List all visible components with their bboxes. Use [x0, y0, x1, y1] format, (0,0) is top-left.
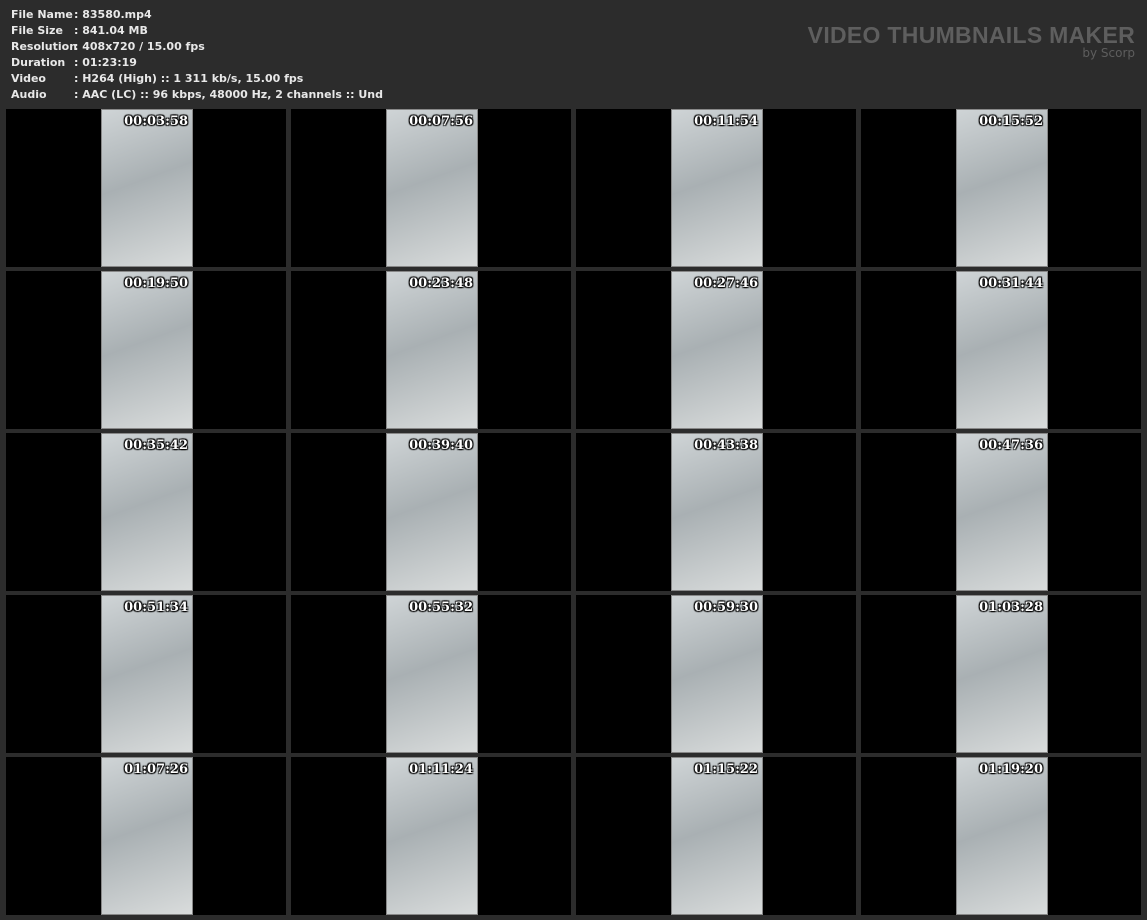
timestamp: 00:55:32	[409, 600, 473, 615]
thumbnail-image[interactable]: 00:07:56	[386, 109, 478, 267]
thumbnail-cell[interactable]: 00:59:30	[576, 595, 856, 753]
info-label: Audio	[11, 88, 47, 101]
timestamp: 01:11:24	[409, 762, 473, 777]
info-row: File Size : 841.04 MB	[11, 23, 383, 39]
timestamp: 00:23:48	[409, 276, 473, 291]
thumbnail-image[interactable]: 00:19:50	[101, 271, 193, 429]
info-value: : 83580.mp4	[74, 8, 152, 21]
thumbnail-cell[interactable]: 00:15:52	[861, 109, 1141, 267]
thumbnail-image[interactable]: 00:23:48	[386, 271, 478, 429]
info-row: Duration : 01:23:19	[11, 55, 383, 71]
info-label: Duration	[11, 56, 66, 69]
thumbnail-cell[interactable]: 00:23:48	[291, 271, 571, 429]
thumbnail-image[interactable]: 00:27:46	[671, 271, 763, 429]
timestamp: 01:03:28	[979, 600, 1043, 615]
thumbnail-cell[interactable]: 00:27:46	[576, 271, 856, 429]
info-row: Resolution: 408x720 / 15.00 fps	[11, 39, 383, 55]
thumbnail-image[interactable]: 00:47:36	[956, 433, 1048, 591]
info-value: : H264 (High) :: 1 311 kb/s, 15.00 fps	[74, 72, 304, 85]
thumbnail-image[interactable]: 00:51:34	[101, 595, 193, 753]
info-value: : 01:23:19	[74, 56, 137, 69]
thumbnail-cell[interactable]: 01:19:20	[861, 757, 1141, 915]
timestamp: 00:03:58	[124, 114, 188, 129]
info-label: File Size	[11, 24, 63, 37]
info-value: : AAC (LC) :: 96 kbps, 48000 Hz, 2 chann…	[74, 88, 384, 101]
info-row: Video : H264 (High) :: 1 311 kb/s, 15.00 …	[11, 71, 383, 87]
thumbnail-cell[interactable]: 00:43:38	[576, 433, 856, 591]
thumbnail-image[interactable]: 00:39:40	[386, 433, 478, 591]
timestamp: 00:39:40	[409, 438, 473, 453]
timestamp: 00:11:54	[694, 114, 758, 129]
thumbnail-cell[interactable]: 00:47:36	[861, 433, 1141, 591]
timestamp: 00:07:56	[409, 114, 473, 129]
thumbnail-image[interactable]: 01:11:24	[386, 757, 478, 915]
thumbnail-image[interactable]: 01:03:28	[956, 595, 1048, 753]
info-value: : 408x720 / 15.00 fps	[74, 40, 205, 53]
thumbnail-image[interactable]: 00:59:30	[671, 595, 763, 753]
thumbnail-cell[interactable]: 01:11:24	[291, 757, 571, 915]
info-label: Resolution	[11, 40, 78, 53]
thumbnail-cell[interactable]: 00:35:42	[6, 433, 286, 591]
thumbnail-image[interactable]: 00:35:42	[101, 433, 193, 591]
info-row: File Name: 83580.mp4	[11, 7, 383, 23]
info-row: Audio : AAC (LC) :: 96 kbps, 48000 Hz, 2 …	[11, 87, 383, 103]
timestamp: 01:19:20	[979, 762, 1043, 777]
thumbnail-image[interactable]: 01:07:26	[101, 757, 193, 915]
thumbnail-image[interactable]: 01:19:20	[956, 757, 1048, 915]
thumbnail-cell[interactable]: 00:31:44	[861, 271, 1141, 429]
thumbnail-image[interactable]: 00:11:54	[671, 109, 763, 267]
info-value: : 841.04 MB	[74, 24, 148, 37]
info-label: Video	[11, 72, 46, 85]
thumbnail-cell[interactable]: 00:55:32	[291, 595, 571, 753]
timestamp: 00:15:52	[979, 114, 1043, 129]
thumbnail-cell[interactable]: 00:51:34	[6, 595, 286, 753]
timestamp: 00:27:46	[694, 276, 758, 291]
thumbnail-cell[interactable]: 00:03:58	[6, 109, 286, 267]
thumbnail-grid: 00:03:58 00:07:56 00:11:54 00:15:52 00:19:50…	[6, 109, 1141, 915]
file-info: File Name: 83580.mp4 File Size: 841.04 MB…	[11, 7, 383, 103]
timestamp: 01:15:22	[694, 762, 758, 777]
timestamp: 00:35:42	[124, 438, 188, 453]
thumbnail-cell[interactable]: 01:03:28	[861, 595, 1141, 753]
timestamp: 00:51:34	[124, 600, 188, 615]
thumbnail-image[interactable]: 00:15:52	[956, 109, 1048, 267]
thumbnail-cell[interactable]: 00:19:50	[6, 271, 286, 429]
thumbnail-image[interactable]: 00:43:38	[671, 433, 763, 591]
brand-title: VIDEO THUMBNAILS MAKER	[807, 22, 1135, 48]
timestamp: 00:59:30	[694, 600, 758, 615]
timestamp: 00:43:38	[694, 438, 758, 453]
timestamp: 00:19:50	[124, 276, 188, 291]
thumbnail-cell[interactable]: 00:11:54	[576, 109, 856, 267]
timestamp: 00:47:36	[979, 438, 1043, 453]
thumbnail-image[interactable]: 00:03:58	[101, 109, 193, 267]
thumbnail-cell[interactable]: 01:07:26	[6, 757, 286, 915]
thumbnail-cell[interactable]: 01:15:22	[576, 757, 856, 915]
timestamp: 00:31:44	[979, 276, 1043, 291]
thumbnail-image[interactable]: 00:55:32	[386, 595, 478, 753]
thumbnail-image[interactable]: 00:31:44	[956, 271, 1048, 429]
info-label: File Name	[11, 8, 73, 21]
thumbnail-cell[interactable]: 00:39:40	[291, 433, 571, 591]
timestamp: 01:07:26	[124, 762, 188, 777]
thumbnail-image[interactable]: 01:15:22	[671, 757, 763, 915]
thumbnail-cell[interactable]: 00:07:56	[291, 109, 571, 267]
brand-logo: VIDEO THUMBNAILS MAKER by Scorp	[808, 22, 1135, 60]
